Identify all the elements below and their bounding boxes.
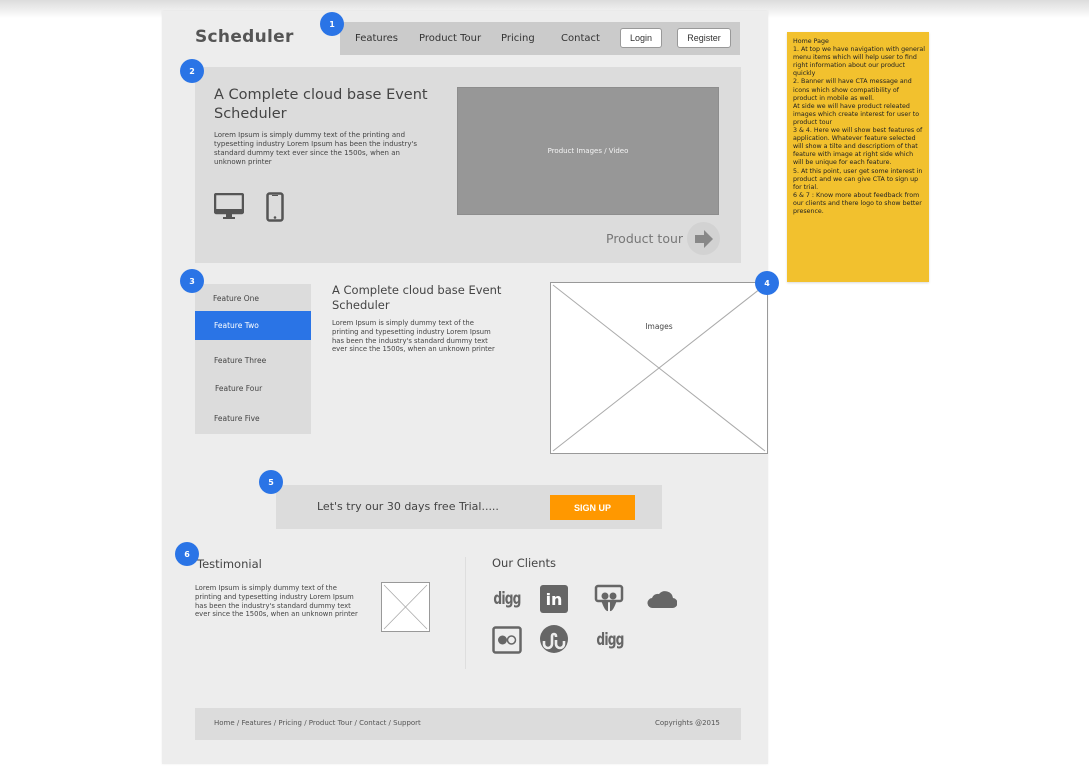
testimonial-image-placeholder xyxy=(381,582,430,632)
trial-message: Let's try our 30 days free Trial..... xyxy=(317,500,499,513)
annotation-badge-3: 3 xyxy=(180,269,204,293)
mobile-phone-icon xyxy=(266,192,284,226)
annotation-sticky-note: Home Page 1. At top we have navigation w… xyxy=(787,32,929,282)
feature-description: Lorem Ipsum is simply dummy text of the … xyxy=(332,319,495,354)
product-media-placeholder[interactable]: Product Images / Video xyxy=(457,87,719,215)
slideshare-logo-icon xyxy=(594,584,624,614)
app-logo[interactable]: Scheduler xyxy=(195,27,294,47)
feature-title: A Complete cloud base Event Scheduler xyxy=(332,283,502,312)
annotation-badge-2: 2 xyxy=(180,59,204,83)
stumbleupon-logo-icon xyxy=(539,624,569,654)
note-text: Home Page 1. At top we have navigation w… xyxy=(793,38,926,215)
banner-title: A Complete cloud base Event Scheduler xyxy=(214,87,428,122)
testimonial-title: Testimonial xyxy=(197,557,262,571)
digg-logo-icon: digg xyxy=(596,630,624,650)
top-navigation: Features Product Tour Pricing Contact Lo… xyxy=(340,22,740,55)
register-button[interactable]: Register xyxy=(677,28,731,48)
image-placeholder-cross xyxy=(383,584,428,630)
banner-description: Lorem Ipsum is simply dummy text of the … xyxy=(214,131,418,166)
annotation-badge-5: 5 xyxy=(259,470,283,494)
feature-item-four[interactable]: Feature Four xyxy=(195,384,331,393)
image-placeholder-cross xyxy=(552,284,766,452)
flickr-logo-icon xyxy=(492,626,522,654)
annotation-badge-1: 1 xyxy=(320,12,344,36)
nav-features[interactable]: Features xyxy=(355,33,398,44)
product-tour-button[interactable] xyxy=(687,222,720,255)
feature-item-five[interactable]: Feature Five xyxy=(195,414,330,423)
linkedin-logo-icon: in xyxy=(540,585,568,613)
feature-item-three[interactable]: Feature Three xyxy=(195,356,330,365)
login-button[interactable]: Login xyxy=(620,28,662,48)
feature-menu: Feature One Feature Two Feature Three Fe… xyxy=(195,284,311,434)
image-label: Images xyxy=(645,322,673,331)
nav-pricing[interactable]: Pricing xyxy=(501,33,535,44)
clients-title: Our Clients xyxy=(492,556,557,570)
media-label: Product Images / Video xyxy=(547,147,629,155)
cloud-logo-icon xyxy=(647,588,677,610)
sign-up-button[interactable]: SIGN UP xyxy=(550,495,635,520)
arrow-right-icon xyxy=(694,229,713,248)
nav-product-tour[interactable]: Product Tour xyxy=(419,33,481,44)
footer-links[interactable]: Home / Features / Pricing / Product Tour… xyxy=(214,719,421,727)
feature-item-one[interactable]: Feature One xyxy=(195,294,329,303)
feature-image-placeholder: Images xyxy=(550,282,768,454)
section-divider xyxy=(465,557,466,669)
feature-item-two[interactable]: Feature Two xyxy=(195,311,311,340)
desktop-icon xyxy=(213,192,245,225)
annotation-badge-6: 6 xyxy=(175,542,199,566)
nav-contact[interactable]: Contact xyxy=(561,33,600,44)
digg-logo-icon: digg xyxy=(493,589,521,609)
product-tour-link[interactable]: Product tour xyxy=(606,231,683,246)
annotation-badge-4: 4 xyxy=(755,271,779,295)
testimonial-text: Lorem Ipsum is simply dummy text of the … xyxy=(195,584,358,619)
copyright-text: Copyrights @2015 xyxy=(655,719,720,727)
